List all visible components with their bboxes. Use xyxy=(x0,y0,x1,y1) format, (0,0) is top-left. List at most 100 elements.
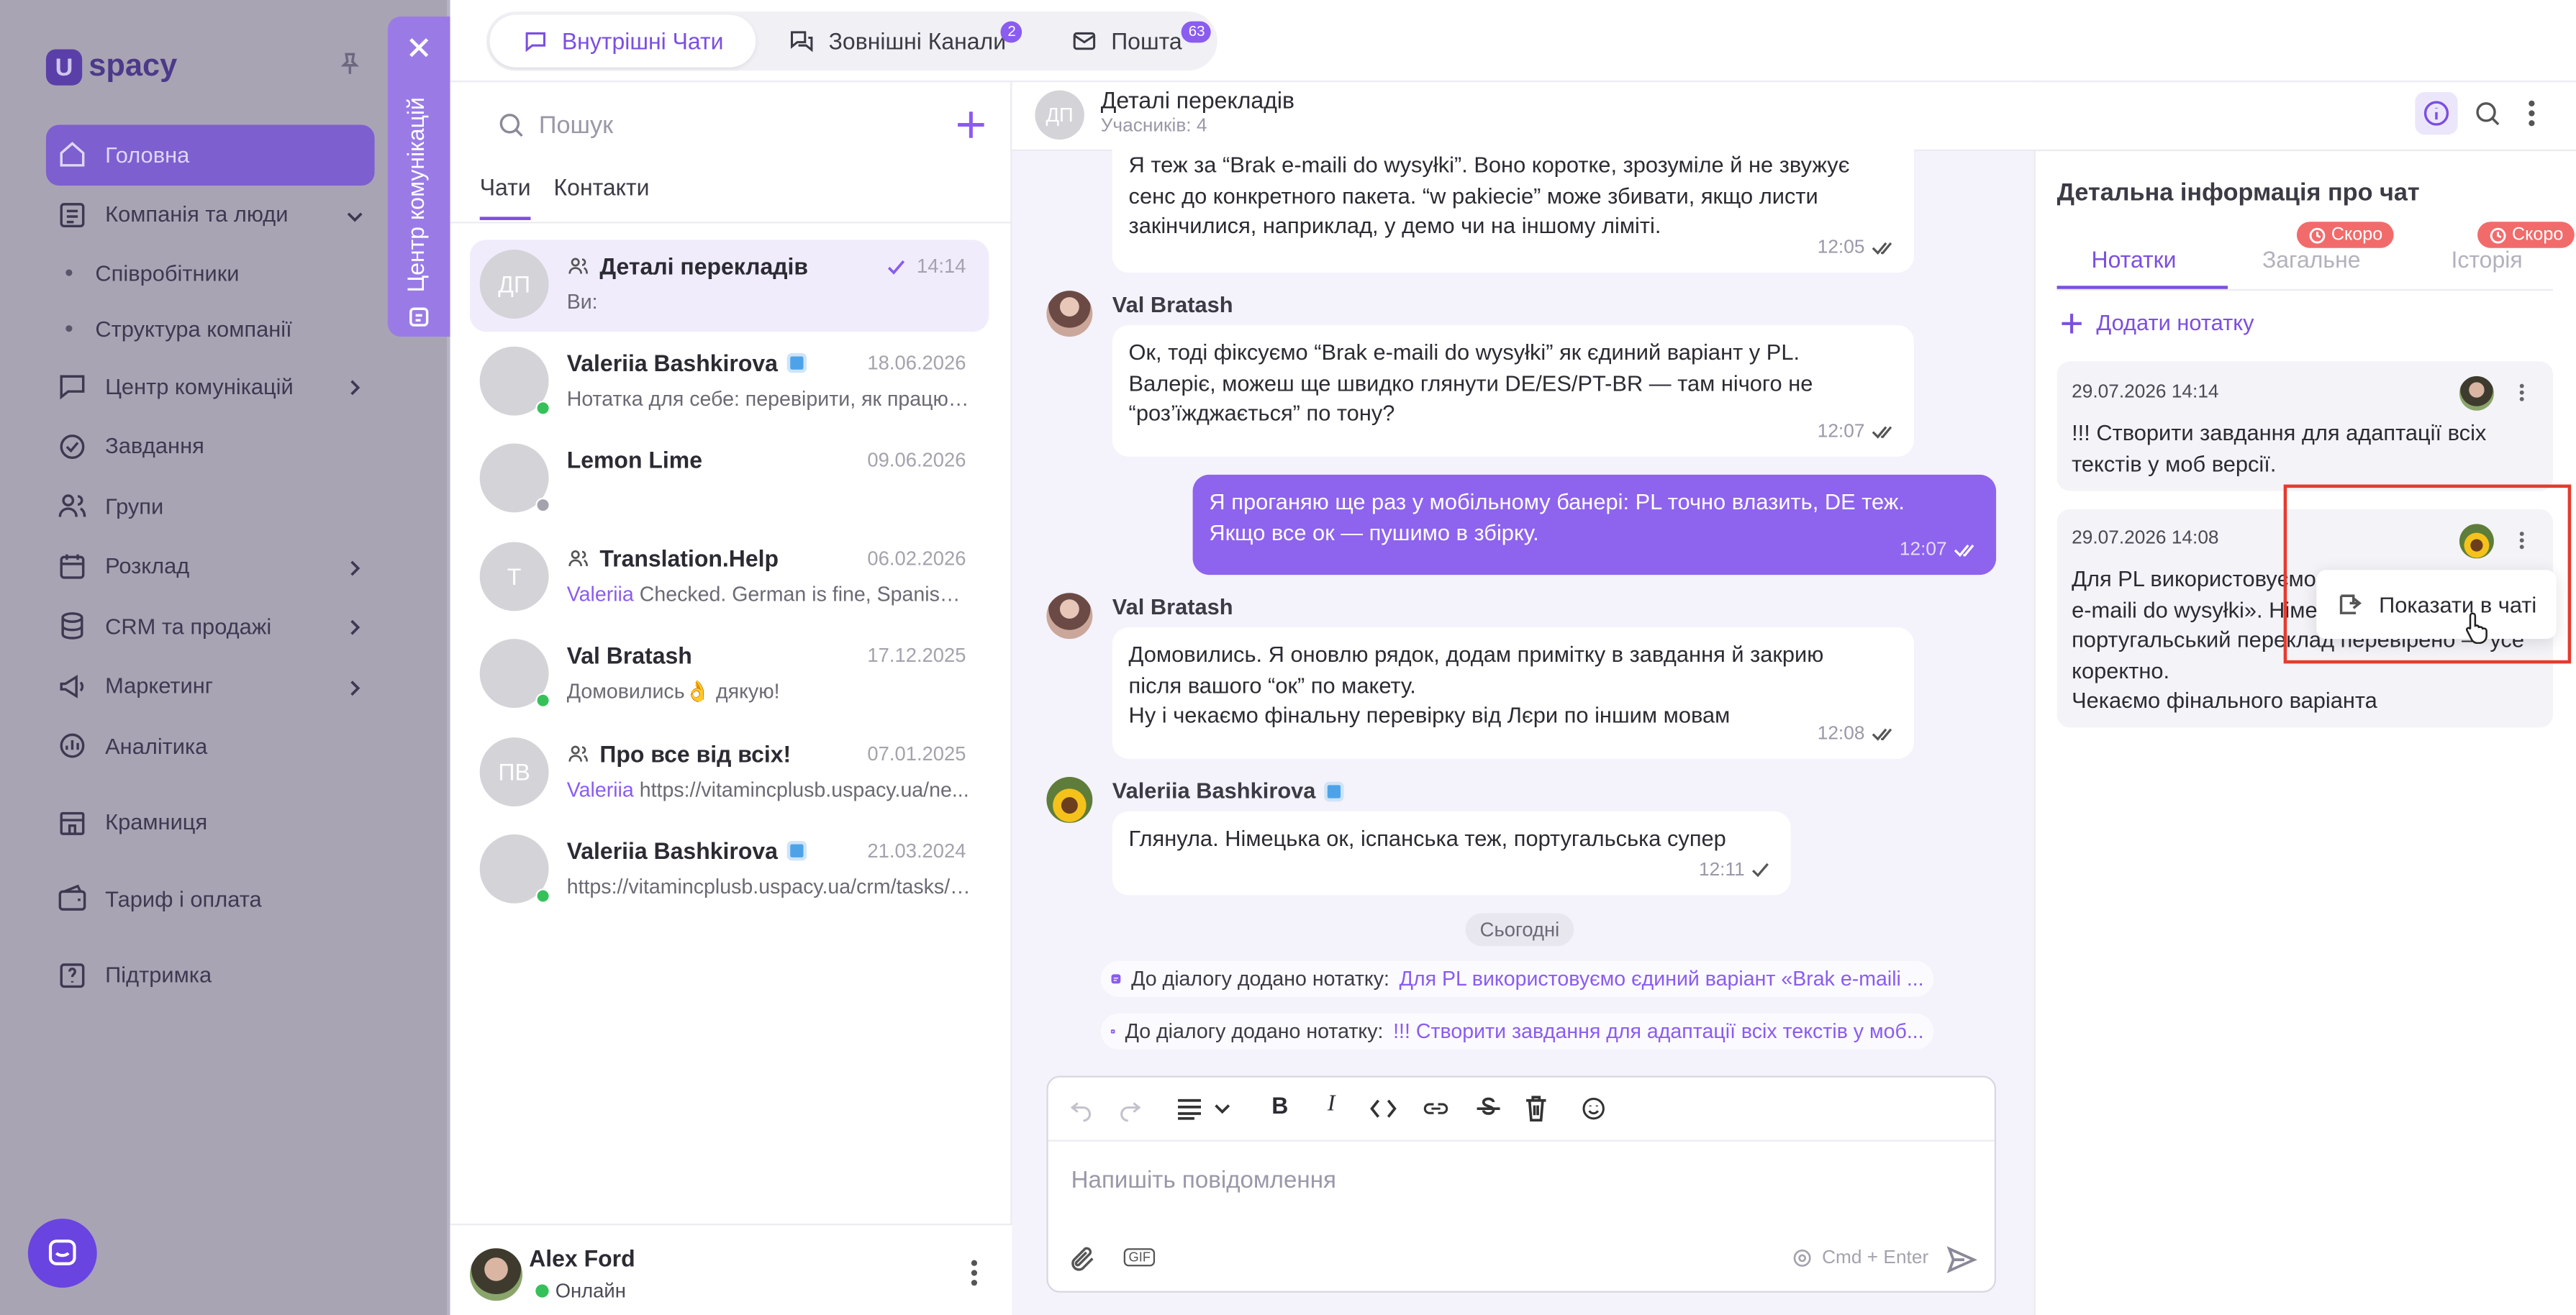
plus-icon xyxy=(2062,312,2082,333)
sender-name[interactable]: Val Bratash xyxy=(1112,595,1233,619)
message[interactable]: Ок, тоді фіксуємо “Brak e-maili do wysył… xyxy=(1112,325,1914,457)
logo-mark: U xyxy=(45,49,83,86)
avatar[interactable] xyxy=(1046,776,1093,823)
chat-name-text: Про все від всіх! xyxy=(599,740,792,768)
sidebar-item[interactable]: Структура компанії xyxy=(46,301,375,357)
system-link[interactable]: !!! Створити завдання для адаптації всіх… xyxy=(1393,1020,1924,1043)
message-input[interactable]: Напишіть повідомлення xyxy=(1071,1168,1336,1194)
bold-icon[interactable]: B xyxy=(1271,1092,1288,1119)
tab-general[interactable]: Загальне xyxy=(2262,246,2361,273)
note-date: 29.07.2026 14:14 xyxy=(2072,382,2219,403)
sender-name[interactable]: Val Bratash xyxy=(1112,292,1233,317)
more-icon[interactable] xyxy=(2518,383,2525,402)
chat-name-text: Translation.Help xyxy=(599,545,779,572)
tab-chats[interactable]: Чати xyxy=(479,174,531,220)
chevron-right-icon[interactable] xyxy=(345,617,364,637)
chat-time: 21.03.2024 xyxy=(867,839,966,863)
chevron-right-icon[interactable] xyxy=(345,558,364,577)
tab-mail[interactable]: Пошта 63 xyxy=(1039,15,1215,68)
add-note-button[interactable]: Додати нотатку xyxy=(2060,311,2254,335)
note-card[interactable]: 29.07.2026 14:14 !!! Створити завдання д… xyxy=(2056,361,2554,491)
chevron-down-icon[interactable] xyxy=(345,206,364,226)
sidebar-item[interactable]: Аналітика xyxy=(46,716,375,775)
avatar[interactable] xyxy=(1046,593,1093,640)
chat-preview: Домовились👌 дякую! xyxy=(567,680,971,704)
close-icon[interactable] xyxy=(407,36,430,59)
new-chat-button[interactable] xyxy=(953,106,989,142)
chat-list-item[interactable]: ДП Деталі перекладів 14:14 Ви: xyxy=(469,240,989,332)
chat-list-item[interactable]: T Translation.Help 06.02.2026 Valeriia Chec… xyxy=(470,532,989,624)
sidebar-item[interactable]: Розклад xyxy=(46,536,375,596)
redo-icon[interactable] xyxy=(1117,1096,1144,1122)
message[interactable]: Домовились. Я оновлю рядок, додам приміт… xyxy=(1112,627,1914,759)
attach-icon[interactable] xyxy=(1068,1245,1097,1275)
tab-external-channels[interactable]: Зовнішні Канали 2 xyxy=(756,15,1039,68)
more-icon[interactable] xyxy=(2527,99,2537,128)
app-root: U spacy Головна Компанія та люди Співробіт… xyxy=(0,0,2576,1315)
code-icon[interactable] xyxy=(1370,1097,1397,1120)
message-text: Ок, тоді фіксуємо “Brak e-maili do wysył… xyxy=(1128,340,1800,365)
chat-preview: https://vitamincplusb.uspacy.ua/crm/task… xyxy=(567,875,971,898)
message-text: сенс до конкретного пакета. “w pakiecie”… xyxy=(1128,183,1818,208)
chat-title[interactable]: Деталі перекладів xyxy=(1101,87,1294,114)
tab-internal-chats[interactable]: Внутрішні Чати xyxy=(489,14,757,68)
pin-icon[interactable] xyxy=(335,49,365,78)
system-message[interactable]: До діалогу додано нотатку: Для PL викори… xyxy=(1100,960,1934,997)
emoji-icon[interactable] xyxy=(1580,1096,1607,1122)
sidebar-item[interactable]: Маркетинг xyxy=(46,656,375,716)
current-user[interactable]: Alex Ford Онлайн xyxy=(450,1223,1012,1315)
sidebar-item[interactable]: Тариф і оплата xyxy=(46,869,375,929)
sidebar-item[interactable]: Групи xyxy=(46,476,375,536)
message[interactable]: Я теж за “Brak e-maili do wysyłki”. Воно… xyxy=(1112,137,1914,273)
tab-notes[interactable]: Нотатки xyxy=(2092,246,2177,273)
italic-icon[interactable]: I xyxy=(1328,1092,1335,1119)
tab-contacts[interactable]: Контакти xyxy=(554,174,650,220)
sidebar-item[interactable]: CRM та продажі xyxy=(46,596,375,656)
sidebar-item-label: Головна xyxy=(105,142,190,168)
send-icon[interactable] xyxy=(1945,1243,1978,1276)
more-icon[interactable] xyxy=(969,1258,979,1288)
gif-icon[interactable]: GIF xyxy=(1123,1248,1156,1267)
sidebar-item-label: Розклад xyxy=(105,554,190,579)
link-icon[interactable] xyxy=(1423,1097,1449,1120)
strikethrough-icon[interactable] xyxy=(1475,1096,1502,1122)
my-message[interactable]: Я проганяю ще раз у мобільному банері: P… xyxy=(1192,474,1997,575)
sidebar-item[interactable]: Головна xyxy=(45,124,375,185)
chat-participants[interactable]: Учасників: 4 xyxy=(1101,117,1207,136)
sidebar-item[interactable]: Компанія та люди xyxy=(46,185,375,245)
chat-list-item[interactable]: Valeriia Bashkirova 21.03.2024 https://vit… xyxy=(470,824,989,916)
user-name: Alex Ford xyxy=(529,1245,635,1272)
sidebar-item[interactable]: Підтримка xyxy=(46,945,375,1005)
chevron-right-icon[interactable] xyxy=(345,378,364,397)
support-chat-button[interactable] xyxy=(27,1219,97,1288)
comm-center-label: Центр комунікацій xyxy=(402,97,429,293)
chat-list-item[interactable]: Lemon Lime 09.06.2026 xyxy=(470,434,989,526)
info-button[interactable] xyxy=(2415,91,2458,135)
sidebar-item[interactable]: Співробітники xyxy=(46,245,375,301)
chat-list-item[interactable]: Val Bratash 17.12.2025 Домовились👌 дякую! xyxy=(470,629,989,721)
clear-format-icon[interactable] xyxy=(1525,1096,1548,1122)
tab-history[interactable]: Історія xyxy=(2452,246,2523,273)
chat-name-text: Val Bratash xyxy=(566,642,692,669)
search-input[interactable]: Пошук xyxy=(473,95,933,155)
sidebar-item[interactable]: Завдання xyxy=(46,417,375,476)
app-logo[interactable]: U spacy xyxy=(45,49,177,86)
group-icon xyxy=(58,494,86,518)
send-hint[interactable]: Cmd + Enter xyxy=(1791,1247,1928,1270)
avatar: ДП xyxy=(479,250,549,319)
sidebar-item[interactable]: Крамниця xyxy=(46,793,375,852)
align-icon[interactable] xyxy=(1176,1097,1233,1120)
sender[interactable]: Valeriia Bashkirova xyxy=(1112,778,1344,803)
system-message[interactable]: До діалогу додано нотатку: !!! Створити … xyxy=(1100,1013,1934,1050)
chat-list-item[interactable]: Valeriia Bashkirova 18.06.2026 Нотатка для… xyxy=(470,337,989,429)
comm-center-tab[interactable]: Центр комунікацій xyxy=(387,16,450,337)
undo-icon[interactable] xyxy=(1068,1096,1094,1122)
avatar[interactable] xyxy=(1046,291,1093,337)
message[interactable]: Глянула. Німецька ок, іспанська теж, пор… xyxy=(1112,811,1791,896)
search-icon[interactable] xyxy=(2472,99,2502,128)
chevron-right-icon[interactable] xyxy=(345,678,364,697)
help-icon xyxy=(60,963,85,988)
chat-list-item[interactable]: ПВ Про все від всіх! 07.01.2025 Valeriia ht… xyxy=(470,727,989,819)
system-link[interactable]: Для PL використовуємо єдиний варіант «Br… xyxy=(1400,968,1924,991)
sidebar-item[interactable]: Центр комунікацій xyxy=(46,356,375,416)
